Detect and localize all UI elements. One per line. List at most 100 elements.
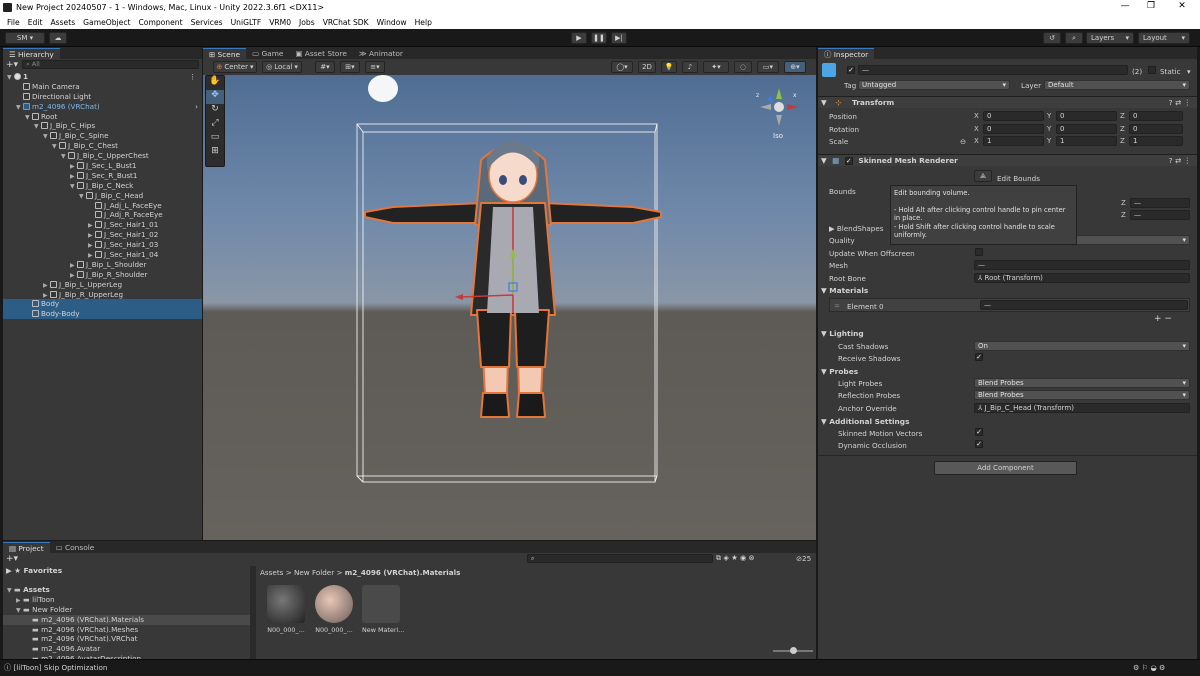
edit-bounds-icon[interactable]: ⟁ (974, 170, 992, 182)
zoom-slider[interactable] (773, 647, 813, 654)
axis-y-label[interactable]: Y (1047, 112, 1051, 120)
scale-tool-icon[interactable]: ⤢ (206, 118, 224, 132)
grid-icon[interactable]: #▾ (315, 61, 335, 73)
hierarchy-item[interactable]: Body (3, 299, 202, 310)
transform-tool-icon[interactable]: ⊞ (206, 146, 224, 160)
drag-handle-icon[interactable]: = (834, 301, 840, 310)
axis-x-label[interactable]: X (974, 125, 979, 133)
pause-button[interactable]: ❚❚ (591, 32, 607, 44)
bounds-center-z[interactable]: — (1130, 198, 1190, 208)
menu-vrchat-sdk[interactable]: VRChat SDK (319, 16, 373, 29)
hierarchy-item[interactable]: ▼ J_Bip_C_Chest (3, 141, 202, 151)
project-folder-item[interactable]: ▶ ▬ lilToon (3, 595, 250, 605)
snap-icon[interactable]: ⊞▾ (340, 61, 360, 73)
hierarchy-item[interactable]: ▶ J_Bip_R_Shoulder (3, 270, 202, 280)
transform-scale-y-field[interactable]: 1 (1056, 136, 1117, 146)
light-probes-dropdown[interactable]: Blend Probes (974, 378, 1190, 388)
hierarchy-item[interactable]: ▼ 1 ⋮ (3, 72, 202, 82)
project-filter-icons[interactable]: ⧉ ◈ ★ ◉ ⊗ (716, 553, 755, 563)
tab-animator[interactable]: ≫ Animator (353, 48, 409, 59)
menu-vrm0[interactable]: VRM0 (265, 16, 295, 29)
smr-enabled-checkbox[interactable]: ✓ (844, 157, 853, 165)
static-dropdown-icon[interactable]: ▾ (1187, 67, 1191, 76)
tab-hierarchy[interactable]: ☰ Hierarchy (3, 48, 60, 59)
axis-x-label[interactable]: X (974, 137, 979, 145)
breadcrumb-current[interactable]: m2_4096 (VRChat).Materials (345, 568, 461, 577)
move-tool-icon[interactable]: ✥ (206, 90, 224, 104)
menu-edit[interactable]: Edit (24, 16, 47, 29)
blendshapes-label[interactable]: ▶ BlendShapes (829, 224, 884, 233)
layout-dropdown[interactable]: Layout ▾ (1138, 32, 1190, 44)
hierarchy-item[interactable]: ▶ J_Sec_Hair1_02 (3, 230, 202, 240)
hierarchy-item[interactable]: J_Adj_L_FaceEye (3, 201, 202, 211)
mode-2d-button[interactable]: 2D (638, 61, 656, 73)
transform-position-z-field[interactable]: 0 (1129, 111, 1183, 121)
play-button[interactable]: ▶ (571, 32, 587, 44)
tab-scene[interactable]: ⊞ Scene (203, 48, 247, 59)
transform-header[interactable]: ▼ ⊹ Transform ? ⇄ ⋮ (818, 96, 1197, 108)
close-button[interactable]: ✕ (1172, 1, 1192, 15)
tab-console[interactable]: ▭ Console (50, 542, 101, 553)
scene-viewport[interactable]: ✋ ✥ ↻ ⤢ ▭ ⊞ z x Iso (203, 75, 816, 540)
step-button[interactable]: ▶| (611, 32, 627, 44)
update-offscreen-checkbox[interactable] (975, 248, 983, 256)
materials-header[interactable]: ▼ Materials (821, 286, 868, 295)
hand-tool-icon[interactable]: ✋ (206, 76, 224, 90)
add-component-button[interactable]: Add Component (934, 461, 1077, 475)
transform-position-x-field[interactable]: 0 (983, 111, 1044, 121)
asset-item[interactable]: New Materi... (362, 585, 404, 634)
axis-z-label[interactable]: Z (1120, 125, 1125, 133)
axis-x-label[interactable]: X (974, 112, 979, 120)
tag-dropdown[interactable]: Untagged (858, 80, 1010, 90)
hierarchy-item[interactable]: ▼ Root (3, 112, 202, 122)
transform-scale-z-field[interactable]: 1 (1129, 136, 1183, 146)
audio-toggle-icon[interactable]: ♪ (682, 61, 698, 73)
menu-help[interactable]: Help (411, 16, 436, 29)
materials-add-remove[interactable]: + − (1154, 314, 1172, 324)
status-icons[interactable]: ⚙ ⚐ ◒ ⚙ (1133, 663, 1165, 672)
avatar-model[interactable] (363, 135, 663, 495)
transform-rotation-y-field[interactable]: 0 (1056, 123, 1117, 134)
hierarchy-item[interactable]: ▼ m2_4096 (VRChat) › (3, 102, 202, 112)
favorites-header[interactable]: ▶ ★ Favorites (3, 566, 250, 576)
create-asset-icon[interactable]: +▾ (6, 554, 18, 564)
minimize-button[interactable]: — (1115, 1, 1135, 15)
hierarchy-item[interactable]: Main Camera (3, 82, 202, 92)
hierarchy-item[interactable]: ▼ J_Bip_C_UpperChest (3, 151, 202, 161)
pivot-dropdown[interactable]: ⊕ Center ▾ (213, 61, 257, 73)
gizmos-icon[interactable]: ⊕▾ (784, 61, 806, 73)
element-0-field[interactable]: — (980, 300, 1188, 310)
rotate-tool-icon[interactable]: ↻ (206, 104, 224, 118)
object-name-field[interactable]: — (858, 65, 1128, 75)
hierarchy-item[interactable]: ▼ J_Bip_C_Neck (3, 181, 202, 191)
project-folder-item[interactable]: ▼ ▬ New Folder (3, 605, 250, 615)
active-checkbox[interactable]: ✓ (847, 66, 855, 74)
menu-gameobject[interactable]: GameObject (79, 16, 134, 29)
tab-inspector[interactable]: ⓘ Inspector (818, 48, 875, 59)
hierarchy-item[interactable]: ▶ J_Bip_R_UpperLeg (3, 290, 202, 300)
tab-asset-store[interactable]: ▣ Asset Store (289, 48, 352, 59)
cloud-icon[interactable]: ☁ (49, 32, 67, 44)
project-search-input[interactable]: ⌕ (527, 554, 713, 563)
draw-mode-icon[interactable]: ◯▾ (611, 61, 633, 73)
axis-y-label[interactable]: Y (1047, 137, 1051, 145)
hierarchy-item[interactable]: ▶ J_Sec_R_Bust1 (3, 171, 202, 181)
axis-y-label[interactable]: Y (1047, 125, 1051, 133)
project-folder-item[interactable]: ▬ m2_4096 (VRChat).Materials (3, 614, 250, 625)
smr-menu-icon[interactable]: ? ⇄ ⋮ (1169, 155, 1191, 166)
hierarchy-item[interactable]: ▶ J_Sec_L_Bust1 (3, 161, 202, 171)
menu-assets[interactable]: Assets (46, 16, 79, 29)
lighting-toggle-icon[interactable]: 💡 (661, 61, 677, 73)
layer-dropdown[interactable]: Default (1044, 80, 1190, 90)
space-dropdown[interactable]: ◎ Local ▾ (262, 61, 302, 73)
hidden-objects-icon[interactable]: ◌ (734, 61, 752, 73)
hierarchy-item[interactable]: ▼ J_Bip_C_Head (3, 191, 202, 201)
prefab-open-icon[interactable]: › (195, 102, 198, 112)
cast-shadows-dropdown[interactable]: On (974, 341, 1190, 351)
maximize-button[interactable]: ❐ (1141, 1, 1161, 15)
asset-item[interactable]: N00_000_... (267, 585, 305, 634)
axis-z-label[interactable]: Z (1120, 137, 1125, 145)
effects-icon[interactable]: ✦▾ (703, 61, 729, 73)
camera-settings-icon[interactable]: ▭▾ (757, 61, 779, 73)
menu-file[interactable]: File (3, 16, 24, 29)
